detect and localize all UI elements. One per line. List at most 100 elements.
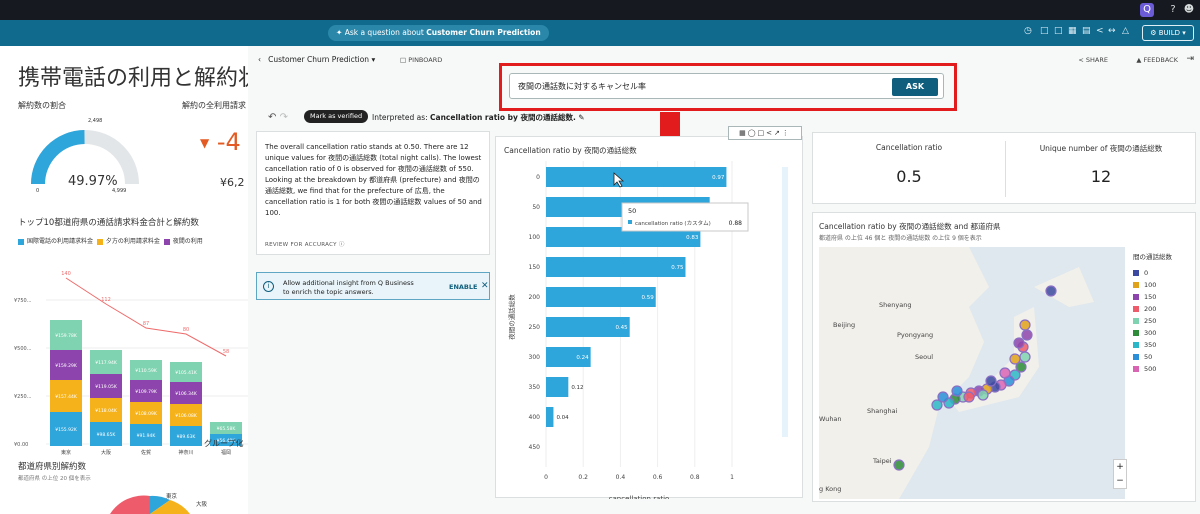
share-label: SHARE (1085, 56, 1108, 64)
amazon-q-icon[interactable]: Q (1140, 3, 1154, 17)
visual-toolbar[interactable]: ▦◯□<↗⋮ (728, 126, 802, 140)
alert-bell-icon[interactable]: △ (1122, 26, 1129, 36)
legend-swatch (1133, 330, 1139, 336)
legend-label: 500 (1144, 365, 1157, 373)
share-button[interactable]: < SHARE (1078, 56, 1108, 64)
kpi-value: 12 (1090, 167, 1112, 186)
redo-icon[interactable]: ↷ (280, 112, 288, 123)
map-legend-item[interactable]: 300 (1133, 327, 1172, 339)
legend-swatch (1133, 270, 1139, 276)
undo-redo-controls: ↶ ↷ (268, 112, 288, 123)
feedback-button[interactable]: ▲ FEEDBACK (1136, 56, 1178, 64)
user-icon[interactable]: ☻ (1182, 3, 1196, 17)
mark-as-verified-button[interactable]: Mark as verified (304, 110, 369, 123)
segment-label: ¥106.34K (175, 391, 198, 397)
q-business-line: Allow additional insight from Q Business (283, 279, 414, 287)
background-dashboard: 携帯電話の利用と解約状 解約数の割合 解約の全利用請求 2,498 0 4,99… (0, 46, 262, 514)
line-label: 87 (143, 321, 149, 327)
bar-value-label: 0.24 (576, 355, 589, 361)
map-legend-item[interactable]: 0 (1133, 267, 1172, 279)
review-for-accuracy[interactable]: REVIEW FOR ACCURACY ⓘ (265, 240, 345, 248)
legend-label: 50 (1144, 353, 1153, 361)
folder-icon[interactable]: □ (1054, 26, 1063, 36)
map-legend-item[interactable]: 500 (1133, 363, 1172, 375)
share-icon[interactable]: < (1096, 26, 1104, 36)
legend-swatch (1133, 354, 1139, 360)
q-answer-panel: ‹ Customer Churn Prediction ▾ □ PINBOARD… (248, 46, 1200, 514)
edit-pencil-icon[interactable]: ✎ (578, 113, 584, 122)
review-label: REVIEW FOR ACCURACY (265, 242, 337, 248)
share-icon[interactable]: < (766, 129, 774, 137)
chart-type-icon[interactable]: ▦ (739, 129, 748, 137)
bookmark-icon[interactable]: □ (1040, 26, 1049, 36)
bar-value-label: 0.45 (615, 325, 628, 331)
kpi-label: Cancellation ratio (875, 143, 943, 152)
kpi-value: 0.5 (896, 167, 922, 186)
map-legend-item[interactable]: 250 (1133, 315, 1172, 327)
map-legend-item[interactable]: 350 (1133, 339, 1172, 351)
map-place-label: Shenyang (879, 301, 912, 309)
kpi-sub-value: ¥6,2 (220, 176, 245, 189)
more-icon[interactable]: ⋮ (782, 129, 791, 137)
export-icon[interactable]: ▦ (1068, 26, 1077, 36)
gauge-value: 49.97% (68, 174, 118, 189)
build-button[interactable]: ⚙ BUILD ▾ (1142, 25, 1194, 41)
close-icon[interactable]: ✕ (481, 281, 489, 291)
pinboard-link[interactable]: □ PINBOARD (400, 56, 442, 64)
segment-label: ¥155.92K (55, 427, 78, 433)
ask-question-pill[interactable]: ✦ Ask a question about Customer Churn Pr… (328, 25, 549, 41)
map-zoom-control[interactable]: + − (1113, 459, 1127, 489)
help-icon[interactable]: ? (1166, 3, 1180, 17)
x-axis-label: cancellation ratio (609, 495, 670, 499)
map-bubble (963, 391, 975, 403)
chevron-left-icon[interactable]: ‹ (258, 55, 261, 64)
map-legend-item[interactable]: 200 (1133, 303, 1172, 315)
map-bubble (893, 459, 905, 471)
y-tick-label: ¥500... (14, 346, 32, 352)
ask-button[interactable]: ASK (892, 78, 938, 96)
geo-map[interactable]: Shenyang Beijing Pyongyang Seoul Shangha… (819, 247, 1125, 499)
map-place-label: g Kong (819, 485, 842, 493)
expand-icon[interactable]: ↗ (774, 129, 782, 137)
question-bar: ✦ Ask a question about Customer Churn Pr… (0, 20, 1200, 46)
enable-button[interactable]: ENABLE (449, 283, 477, 291)
zoom-out-icon[interactable]: − (1114, 474, 1126, 488)
segment-label: ¥118.04K (95, 408, 118, 414)
map-bubble (1019, 351, 1031, 363)
zoom-in-icon[interactable]: + (1114, 460, 1126, 474)
kpi-label: Unique number of 夜間の通話総数 (1039, 144, 1163, 153)
bar-value-label: 0.83 (686, 235, 699, 241)
question-input-text: 夜間の通話数に対するキャンセル率 (518, 82, 646, 91)
legend-label: 0 (1144, 269, 1149, 277)
y-tick-label: ¥750... (14, 298, 32, 304)
legend-swatch (18, 238, 24, 245)
fullscreen-icon[interactable]: ↔ (1108, 26, 1116, 36)
collapse-panel-icon[interactable]: ⇥ (1186, 54, 1194, 64)
pin-icon[interactable]: □ (758, 129, 767, 137)
legend-swatch (1133, 366, 1139, 372)
legend-label: 150 (1144, 293, 1157, 301)
map-legend-item[interactable]: 50 (1133, 351, 1172, 363)
map-bubble (1013, 337, 1025, 349)
map-title: Cancellation ratio by 夜間の通話総数 and 都道府県 (819, 222, 1001, 231)
sparkle-icon: ✦ (336, 28, 343, 37)
y-tick-label: 50 (532, 204, 540, 211)
map-legend-item[interactable]: 150 (1133, 291, 1172, 303)
tooltip-value: 0.88 (729, 220, 743, 227)
question-input[interactable]: 夜間の通話数に対するキャンセル率 (509, 73, 944, 99)
legend-swatch (1133, 282, 1139, 288)
map-legend-item[interactable]: 100 (1133, 279, 1172, 291)
segment-label: ¥159.78K (55, 333, 78, 339)
legend-label: 100 (1144, 281, 1157, 289)
legend-swatch (1133, 342, 1139, 348)
schedule-icon[interactable]: ◷ (1024, 26, 1032, 36)
topic-selector[interactable]: Customer Churn Prediction (268, 55, 369, 64)
summary-card: The overall cancellation ratio stands at… (256, 131, 490, 255)
breadcrumb[interactable]: ‹ Customer Churn Prediction ▾ (258, 55, 375, 64)
print-icon[interactable]: ▤ (1082, 26, 1091, 36)
q-business-line: to enrich the topic answers. (283, 288, 374, 296)
undo-icon[interactable]: ↶ (268, 112, 276, 123)
caret-down-icon[interactable]: ▾ (371, 55, 375, 64)
insight-icon[interactable]: ◯ (748, 129, 758, 137)
bar-chart-title: トップ10都道府県の通話請求料金合計と解約数 (18, 218, 199, 228)
